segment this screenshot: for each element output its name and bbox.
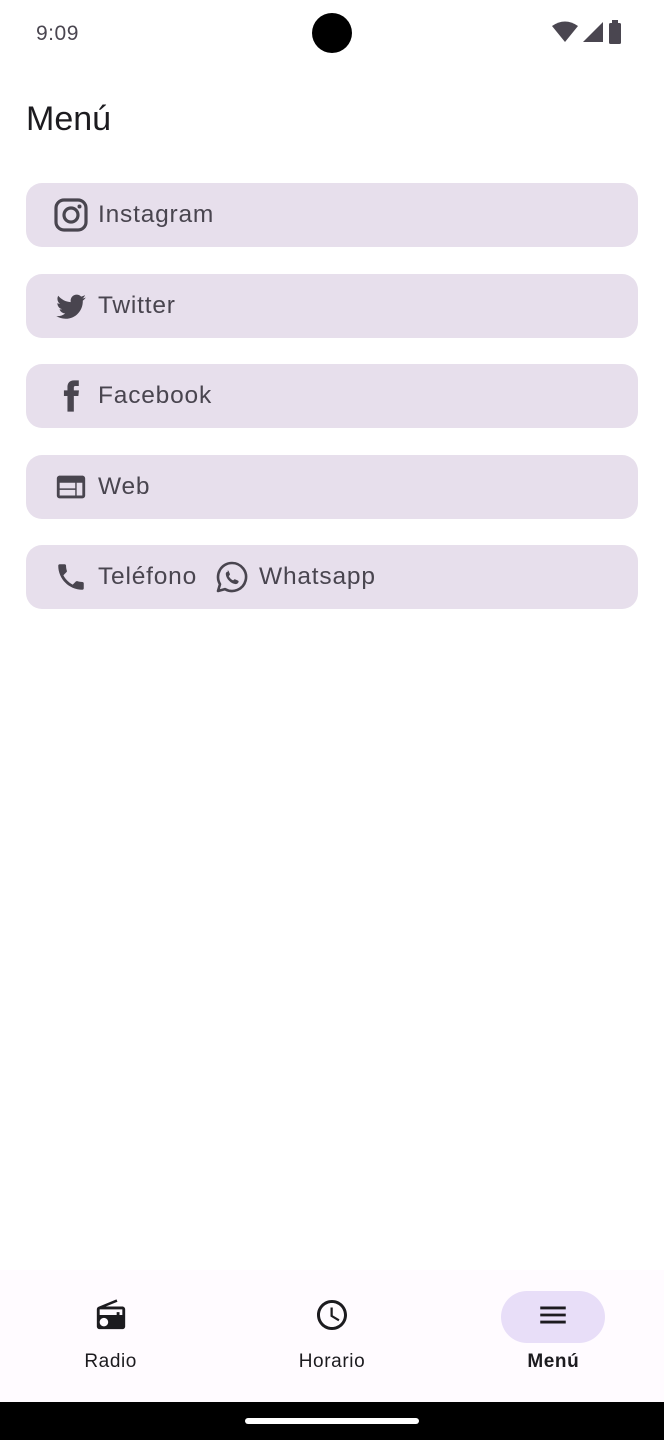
nav-item-menu[interactable]: Menú — [443, 1270, 664, 1402]
signal-icon — [582, 21, 604, 48]
gesture-bar — [0, 1402, 664, 1440]
menu-item-part: Facebook — [54, 379, 212, 413]
menu-item-part: Web — [54, 470, 150, 504]
clock-icon — [314, 1297, 350, 1338]
menu-item-part: Instagram — [54, 198, 214, 232]
whatsapp-label: Whatsapp — [259, 563, 376, 590]
nav-item-radio[interactable]: Radio — [0, 1270, 221, 1402]
nav-item-horario[interactable]: Horario — [221, 1270, 442, 1402]
nav-indicator-active — [501, 1291, 606, 1343]
menu-list: Instagram Twitter Facebook Web Teléfono … — [26, 183, 638, 636]
bottom-navigation: Radio Horario Menú — [0, 1270, 664, 1402]
menu-item-label: Twitter — [98, 291, 176, 319]
twitter-icon — [54, 289, 88, 323]
phone-icon — [54, 560, 88, 594]
nav-label: Horario — [298, 1351, 366, 1372]
menu-item-contact: Teléfono Whatsapp — [26, 545, 638, 609]
menu-item-facebook[interactable]: Facebook — [26, 364, 638, 428]
whatsapp-icon — [215, 560, 249, 594]
home-gesture-handle[interactable] — [245, 1418, 419, 1424]
phone-label: Teléfono — [98, 563, 198, 590]
web-icon — [54, 470, 88, 504]
menu-icon — [536, 1298, 570, 1337]
status-time: 9:09 — [36, 22, 79, 45]
facebook-icon — [54, 379, 88, 413]
nav-label: Menú — [527, 1351, 580, 1372]
nav-label: Radio — [84, 1351, 137, 1372]
instagram-icon — [54, 198, 88, 232]
menu-item-web[interactable]: Web — [26, 454, 638, 519]
camera-cutout — [312, 13, 352, 53]
status-icons — [552, 19, 622, 49]
menu-item-part: Twitter — [54, 289, 176, 323]
nav-indicator — [59, 1291, 163, 1343]
menu-item-instagram[interactable]: Instagram — [26, 183, 638, 247]
menu-item-label: Facebook — [98, 382, 212, 409]
nav-indicator — [280, 1291, 384, 1343]
wifi-icon — [552, 21, 578, 48]
status-bar: 9:09 — [0, 0, 664, 68]
menu-item-label: Web — [98, 472, 151, 500]
whatsapp-link[interactable]: Whatsapp — [215, 560, 376, 594]
radio-icon — [94, 1298, 128, 1337]
menu-item-label: Instagram — [98, 201, 215, 228]
battery-icon — [608, 19, 622, 49]
phone-link[interactable]: Teléfono — [54, 560, 197, 594]
page-title: Menú — [26, 100, 112, 138]
menu-item-twitter[interactable]: Twitter — [26, 273, 638, 338]
